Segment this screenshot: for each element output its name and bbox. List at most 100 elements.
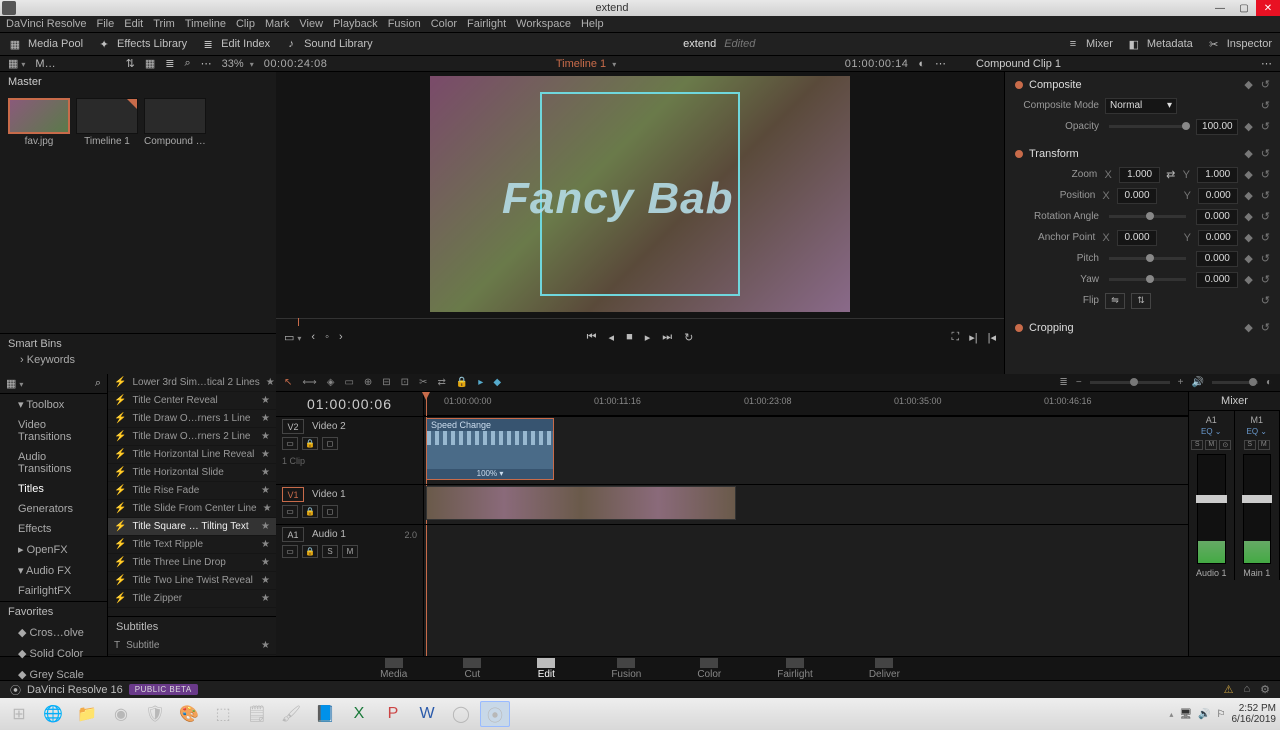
menu-item[interactable]: Fusion xyxy=(388,18,421,30)
play-button[interactable]: ▸ xyxy=(645,331,651,344)
category-item-titles[interactable]: Titles xyxy=(0,479,107,499)
favorite-star-icon[interactable]: ★ xyxy=(261,449,270,460)
smart-bins-header[interactable]: Smart Bins xyxy=(8,338,268,350)
viewer-canvas[interactable]: Fancy Bab xyxy=(430,76,850,312)
timeline-timecode[interactable]: 01:00:00:06 xyxy=(276,392,423,416)
zoom-x-input[interactable]: 1.000 xyxy=(1119,167,1160,183)
favorite-star-icon[interactable]: ★ xyxy=(261,593,270,604)
favorite-item[interactable]: ◆ Cros…olve xyxy=(0,622,107,643)
taskbar-resolve-icon[interactable]: ⦿ xyxy=(480,701,510,727)
reset-icon[interactable]: ↺ xyxy=(1261,294,1270,307)
edit-index-button[interactable]: ≣Edit Index xyxy=(201,37,270,51)
bin-dropdown[interactable]: ▦ xyxy=(8,57,25,70)
favorite-star-icon[interactable]: ★ xyxy=(261,539,270,550)
flip-h-button[interactable]: ⇋ xyxy=(1105,293,1125,309)
menu-item[interactable]: Edit xyxy=(124,18,143,30)
taskbar-calc-icon[interactable]: 🗒 xyxy=(242,701,272,727)
reset-icon[interactable]: ↺ xyxy=(1261,120,1270,133)
favorite-star-icon[interactable]: ★ xyxy=(261,395,270,406)
menu-item[interactable]: Workspace xyxy=(516,18,571,30)
viewer-timecode[interactable]: 01:00:00:14 xyxy=(845,58,909,70)
panel-dropdown[interactable]: ▦ xyxy=(6,377,23,390)
taskbar-paint-icon[interactable]: 🎨 xyxy=(174,701,204,727)
keyframe-icon[interactable]: ◆ xyxy=(1244,120,1252,133)
maximize-button[interactable]: ▢ xyxy=(1232,0,1256,16)
inspector-button[interactable]: ✂Inspector xyxy=(1207,37,1272,51)
lock-icon[interactable]: 🔒 xyxy=(456,377,468,388)
anchor-y-input[interactable]: 0.000 xyxy=(1198,230,1238,246)
search-icon[interactable]: ⌕ xyxy=(184,57,190,70)
transform-section[interactable]: Transform xyxy=(1029,148,1079,160)
dim-icon[interactable]: ◐ xyxy=(1266,377,1272,388)
mixer-channel-a1[interactable]: A1 EQ ⌄ SM⊙ Audio 1 xyxy=(1189,411,1235,580)
cropping-section[interactable]: Cropping xyxy=(1029,322,1074,334)
openfx-header[interactable]: ▸ OpenFX xyxy=(0,539,107,560)
clip-speed-change[interactable]: Speed Change 100% ▾ xyxy=(426,418,554,480)
taskbar-chrome-icon[interactable]: ◉ xyxy=(106,701,136,727)
taskbar-powerpoint-icon[interactable]: P xyxy=(378,701,408,727)
title-preset-item[interactable]: ⚡Title Draw O…rners 1 Line★ xyxy=(108,410,276,428)
favorite-star-icon[interactable]: ★ xyxy=(261,413,270,424)
title-preset-item[interactable]: ⚡Title Center Reveal★ xyxy=(108,392,276,410)
reset-icon[interactable]: ↺ xyxy=(1261,210,1270,223)
favorite-star-icon[interactable]: ★ xyxy=(266,377,275,388)
favorite-star-icon[interactable]: ★ xyxy=(261,521,270,532)
insert-icon[interactable]: ⊕ xyxy=(364,377,372,388)
timeline-tracks[interactable]: 01:00:00:00 01:00:11:16 01:00:23:08 01:0… xyxy=(424,392,1188,656)
options-icon[interactable]: ⋯ xyxy=(201,57,212,70)
title-preset-item[interactable]: ⚡Title Square … Tilting Text★ xyxy=(108,518,276,536)
title-preset-item[interactable]: ⚡Title Horizontal Line Reveal★ xyxy=(108,446,276,464)
yaw-value[interactable]: 0.000 xyxy=(1196,272,1238,288)
start-button[interactable]: ⊞ xyxy=(4,701,34,727)
rotation-slider[interactable] xyxy=(1109,215,1186,218)
keyframe-icon[interactable]: ◆ xyxy=(1244,147,1252,160)
viewer-scrubber[interactable] xyxy=(276,318,1004,326)
reset-icon[interactable]: ↺ xyxy=(1261,99,1270,112)
link-icon[interactable]: ⇄ xyxy=(1166,168,1175,181)
flag-icon[interactable]: ▸ xyxy=(478,377,483,388)
title-preset-item[interactable]: ⚡Title Rise Fade★ xyxy=(108,482,276,500)
go-in-icon[interactable]: ▸| xyxy=(969,331,977,344)
category-item[interactable]: Effects xyxy=(0,519,107,539)
tray-app-icon[interactable]: 🖥 xyxy=(1179,709,1192,720)
opacity-value[interactable]: 100.00 xyxy=(1196,119,1238,135)
taskbar-defender-icon[interactable]: 🛡 xyxy=(140,701,170,727)
menu-item[interactable]: DaVinci Resolve xyxy=(6,18,87,30)
media-pool-button[interactable]: ▦Media Pool xyxy=(8,37,83,51)
zoom-in-icon[interactable]: + xyxy=(1178,377,1184,388)
dynamic-trim-icon[interactable]: ◈ xyxy=(327,377,335,388)
viewer-zoom[interactable]: 33% xyxy=(222,58,254,70)
timeline-zoom-slider[interactable] xyxy=(1090,381,1170,384)
viewer-options-icon[interactable]: ⋯ xyxy=(935,57,946,70)
title-preset-item[interactable]: ⚡Title Three Line Drop★ xyxy=(108,554,276,572)
bypass-icon[interactable]: ◐ xyxy=(918,58,925,70)
effects-library-button[interactable]: ✦Effects Library xyxy=(97,37,187,51)
fader[interactable] xyxy=(1197,454,1226,564)
disable-track-icon[interactable]: ◻ xyxy=(322,437,338,450)
tray-expand-icon[interactable] xyxy=(1169,709,1173,720)
favorite-star-icon[interactable]: ★ xyxy=(261,575,270,586)
title-preset-item[interactable]: ⚡Lower 3rd Sim…tical 2 Lines★ xyxy=(108,374,276,392)
keyframe-icon[interactable]: ◆ xyxy=(1244,168,1252,181)
title-preset-item[interactable]: ⚡Title Slide From Center Line★ xyxy=(108,500,276,518)
tray-flag-icon[interactable]: ⚐ xyxy=(1217,709,1226,720)
pitch-value[interactable]: 0.000 xyxy=(1196,251,1238,267)
menu-item[interactable]: View xyxy=(299,18,323,30)
sort-icon[interactable]: ⇅ xyxy=(126,57,135,70)
keyframe-icon[interactable]: ◆ xyxy=(1244,252,1252,265)
media-clip[interactable]: fav.jpg xyxy=(8,98,70,147)
fullscreen-icon[interactable]: ⛶ xyxy=(952,331,960,344)
flip-v-button[interactable]: ⇅ xyxy=(1131,293,1151,309)
thumb-view-icon[interactable]: ▦ xyxy=(145,57,155,70)
blade-tool-icon[interactable]: ▭ xyxy=(344,377,353,388)
menu-item[interactable]: Mark xyxy=(265,18,289,30)
keyframe-icon[interactable]: ◆ xyxy=(1244,273,1252,286)
mixer-button[interactable]: ≡Mixer xyxy=(1066,37,1113,51)
taskbar-app-icon[interactable]: ⬚ xyxy=(208,701,238,727)
anchor-x-input[interactable]: 0.000 xyxy=(1117,230,1157,246)
track-header-a1[interactable]: A1Audio 12.0 ▭🔒SM xyxy=(276,524,423,564)
nav-prev-icon[interactable]: ‹ xyxy=(311,331,315,344)
keyframe-icon[interactable]: ◆ xyxy=(1244,189,1252,202)
tray-volume-icon[interactable]: 🔊 xyxy=(1198,709,1210,720)
menu-item[interactable]: Clip xyxy=(236,18,255,30)
